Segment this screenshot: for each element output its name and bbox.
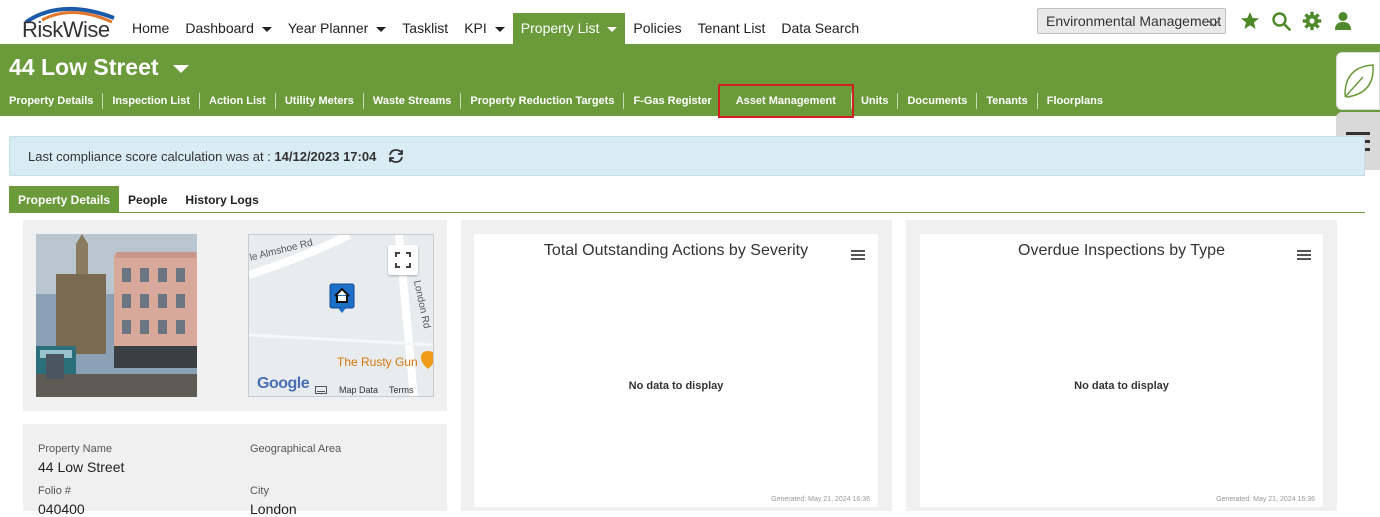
caret-down-icon: [494, 26, 505, 32]
nav-tasklist-label: Tasklist: [402, 20, 449, 36]
geographical-area-label: Geographical Area: [250, 443, 342, 455]
street-photo-image: [36, 234, 197, 397]
logo-text: RiskWise: [22, 17, 110, 42]
map-data-link[interactable]: Map Data: [339, 385, 378, 395]
caret-down-icon: [172, 64, 189, 73]
riskwise-logo[interactable]: RiskWise: [22, 4, 118, 42]
nav-data-search[interactable]: Data Search: [773, 13, 867, 44]
nav-tasklist[interactable]: Tasklist: [394, 13, 456, 44]
compliance-info-text: Last compliance score calculation was at…: [28, 149, 275, 164]
city-value: London: [250, 501, 297, 517]
property-photo: [36, 234, 197, 397]
nav-data-search-label: Data Search: [781, 20, 860, 36]
top-navbar: RiskWise Home Dashboard Year Planner Tas…: [0, 0, 1380, 44]
hamburger-icon-line: [1297, 254, 1311, 256]
detail-tabs: Property Details People History Logs: [9, 186, 1365, 213]
restaurant-pin-icon: [421, 351, 433, 369]
subnav-tenants[interactable]: Tenants: [976, 93, 1036, 109]
subnav-property-details[interactable]: Property Details: [0, 93, 102, 109]
property-header: 44 Low Street Property Details Inspectio…: [0, 44, 1380, 118]
user-icon[interactable]: [1333, 11, 1353, 31]
subnav-documents[interactable]: Documents: [897, 93, 976, 109]
property-name-value: 44 Low Street: [38, 459, 125, 475]
city-label: City: [250, 485, 269, 497]
folio-value: 040400: [38, 501, 85, 517]
overdue-inspections-chart: Overdue Inspections by Type No data to d…: [920, 234, 1323, 507]
caret-down-icon: [607, 26, 618, 32]
google-logo: Google: [257, 375, 310, 392]
generated-timestamp: Generated: May 21, 2024 16:36: [1216, 496, 1315, 503]
hamburger-icon: [851, 250, 865, 252]
folio-label: Folio #: [38, 485, 72, 497]
nav-year-planner[interactable]: Year Planner: [280, 13, 394, 44]
property-map[interactable]: le Almshoe Rd London Rd The Rusty Gun Go…: [248, 234, 434, 397]
map-terms-link[interactable]: Terms: [389, 385, 414, 395]
refresh-icon[interactable]: [388, 149, 404, 163]
fullscreen-icon: [395, 252, 411, 268]
chart-title: Total Outstanding Actions by Severity: [543, 242, 809, 259]
tab-property-details[interactable]: Property Details: [9, 186, 120, 213]
nav-home[interactable]: Home: [124, 13, 177, 44]
caret-down-icon: [376, 26, 387, 32]
nav-home-label: Home: [132, 20, 170, 36]
module-select-value: Environmental Management: [1046, 13, 1222, 29]
caret-down-icon: [261, 26, 272, 32]
nav-policies[interactable]: Policies: [625, 13, 689, 44]
nav-property-list-label: Property List: [520, 20, 600, 36]
chart-title: Overdue Inspections by Type: [1018, 242, 1225, 259]
gear-icon[interactable]: [1302, 11, 1322, 31]
home-map-pin-icon[interactable]: [329, 283, 355, 313]
nav-year-planner-label: Year Planner: [287, 20, 369, 36]
actions-by-severity-chart: Total Outstanding Actions by Severity No…: [474, 234, 878, 507]
hamburger-icon: [1346, 132, 1370, 135]
property-subnav: Property Details Inspection List Action …: [0, 84, 1112, 118]
nav-property-list[interactable]: Property List: [512, 13, 626, 44]
no-data-message: No data to display: [628, 380, 724, 392]
property-title: 44 Low Street: [9, 54, 159, 80]
hamburger-icon-line: [851, 258, 865, 260]
nav-policies-label: Policies: [633, 20, 682, 36]
environment-side-tab[interactable]: [1336, 52, 1380, 110]
main-nav: Home Dashboard Year Planner Tasklist KPI…: [124, 13, 867, 44]
star-icon[interactable]: [1240, 11, 1260, 31]
hamburger-icon: [1297, 250, 1311, 252]
map-poi-label: The Rusty Gun: [337, 355, 418, 369]
hamburger-icon-line: [1297, 258, 1311, 260]
subnav-action-list[interactable]: Action List: [199, 93, 275, 109]
subnav-floorplans[interactable]: Floorplans: [1036, 93, 1112, 109]
compliance-timestamp: 14/12/2023 17:04: [274, 149, 377, 164]
leaf-icon: [1344, 64, 1374, 98]
nav-tenant-list-label: Tenant List: [697, 20, 766, 36]
subnav-property-reduction-targets[interactable]: Property Reduction Targets: [460, 93, 623, 109]
subnav-waste-streams[interactable]: Waste Streams: [362, 93, 460, 109]
nav-tenant-list[interactable]: Tenant List: [690, 13, 774, 44]
generated-timestamp: Generated: May 21, 2024 16:36: [771, 496, 870, 503]
compliance-info-bar: Last compliance score calculation was at…: [9, 136, 1365, 176]
property-name-label: Property Name: [38, 443, 112, 455]
search-icon[interactable]: [1271, 11, 1291, 31]
tab-people[interactable]: People: [119, 186, 176, 213]
tab-history-logs[interactable]: History Logs: [176, 186, 267, 213]
module-select[interactable]: Environmental Management: [1037, 8, 1226, 34]
subnav-utility-meters[interactable]: Utility Meters: [274, 93, 363, 109]
subnav-f-gas-register[interactable]: F-Gas Register: [623, 93, 720, 109]
subnav-asset-management[interactable]: Asset Management: [717, 84, 854, 118]
nav-kpi-label: KPI: [464, 20, 487, 36]
chart-menu-button[interactable]: [851, 250, 865, 261]
subnav-inspection-list[interactable]: Inspection List: [102, 93, 199, 109]
nav-kpi[interactable]: KPI: [456, 13, 513, 44]
subnav-units[interactable]: Units: [850, 93, 898, 109]
no-data-message: No data to display: [1074, 380, 1169, 392]
hamburger-icon-line: [851, 254, 865, 256]
map-fullscreen-button[interactable]: [388, 245, 418, 275]
keyboard-icon[interactable]: [315, 386, 327, 394]
property-title-dropdown[interactable]: 44 Low Street: [9, 54, 189, 81]
nav-dashboard-label: Dashboard: [185, 20, 254, 36]
nav-dashboard[interactable]: Dashboard: [177, 13, 280, 44]
chart-menu-button[interactable]: [1297, 250, 1311, 261]
